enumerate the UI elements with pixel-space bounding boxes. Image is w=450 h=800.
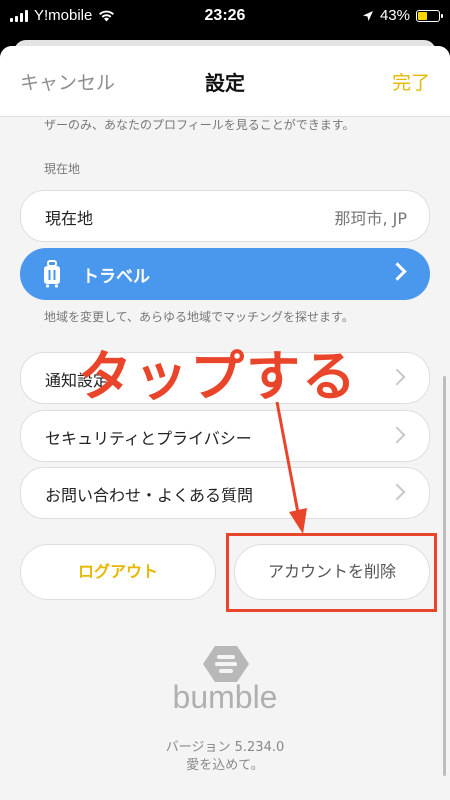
travel-label: トラベル xyxy=(82,267,150,287)
location-row-label: 現在地 xyxy=(45,209,94,228)
annotation-highlight-box xyxy=(226,533,437,612)
bumble-logo-icon xyxy=(203,646,249,682)
version-text: バージョン 5.234.0 xyxy=(165,740,285,755)
logout-button[interactable]: ログアウト xyxy=(20,544,216,600)
profile-visibility-note: ザーのみ、あなたのプロフィールを見ることができます。 xyxy=(44,118,355,132)
page-title: 設定 xyxy=(205,71,245,95)
battery-icon xyxy=(416,9,443,22)
tap-annotation-text: タップする xyxy=(78,345,358,408)
status-bar: Y!mobile 23:26 43% xyxy=(0,0,450,34)
travel-note: 地域を変更して、あらゆる地域でマッチングを探せます。 xyxy=(44,310,354,324)
brand-wordmark: bumble xyxy=(172,679,278,715)
suitcase-icon xyxy=(44,260,60,288)
tagline-text: 愛を込めて。 xyxy=(186,758,264,773)
nav-bar: キャンセル 設定 完了 xyxy=(0,46,450,117)
done-button[interactable]: 完了 xyxy=(392,68,430,95)
location-row-value: 那珂市, JP xyxy=(334,209,407,228)
location-row[interactable]: 現在地 那珂市, JP xyxy=(20,190,430,242)
travel-button[interactable]: トラベル xyxy=(20,248,430,300)
settings-row-security[interactable]: セキュリティとプライバシー xyxy=(20,410,430,462)
chevron-right-icon xyxy=(388,262,407,281)
status-right: 43% xyxy=(362,7,443,24)
settings-row-label: セキュリティとプライバシー xyxy=(45,429,252,448)
chevron-right-icon xyxy=(388,368,406,386)
settings-row-label: お問い合わせ・よくある質問 xyxy=(45,486,254,505)
chevron-right-icon xyxy=(388,483,406,501)
location-section-label: 現在地 xyxy=(44,162,81,176)
chevron-right-icon xyxy=(388,426,406,444)
annotation-arrow xyxy=(275,401,307,534)
settings-row-help[interactable]: お問い合わせ・よくある質問 xyxy=(20,467,430,519)
scrollbar[interactable] xyxy=(443,376,446,776)
settings-sheet: キャンセル 設定 完了 ザーのみ、あなたのプロフィールを見ることができます。 現… xyxy=(0,46,450,800)
location-arrow-icon xyxy=(362,10,373,21)
battery-percent: 43% xyxy=(379,7,410,24)
